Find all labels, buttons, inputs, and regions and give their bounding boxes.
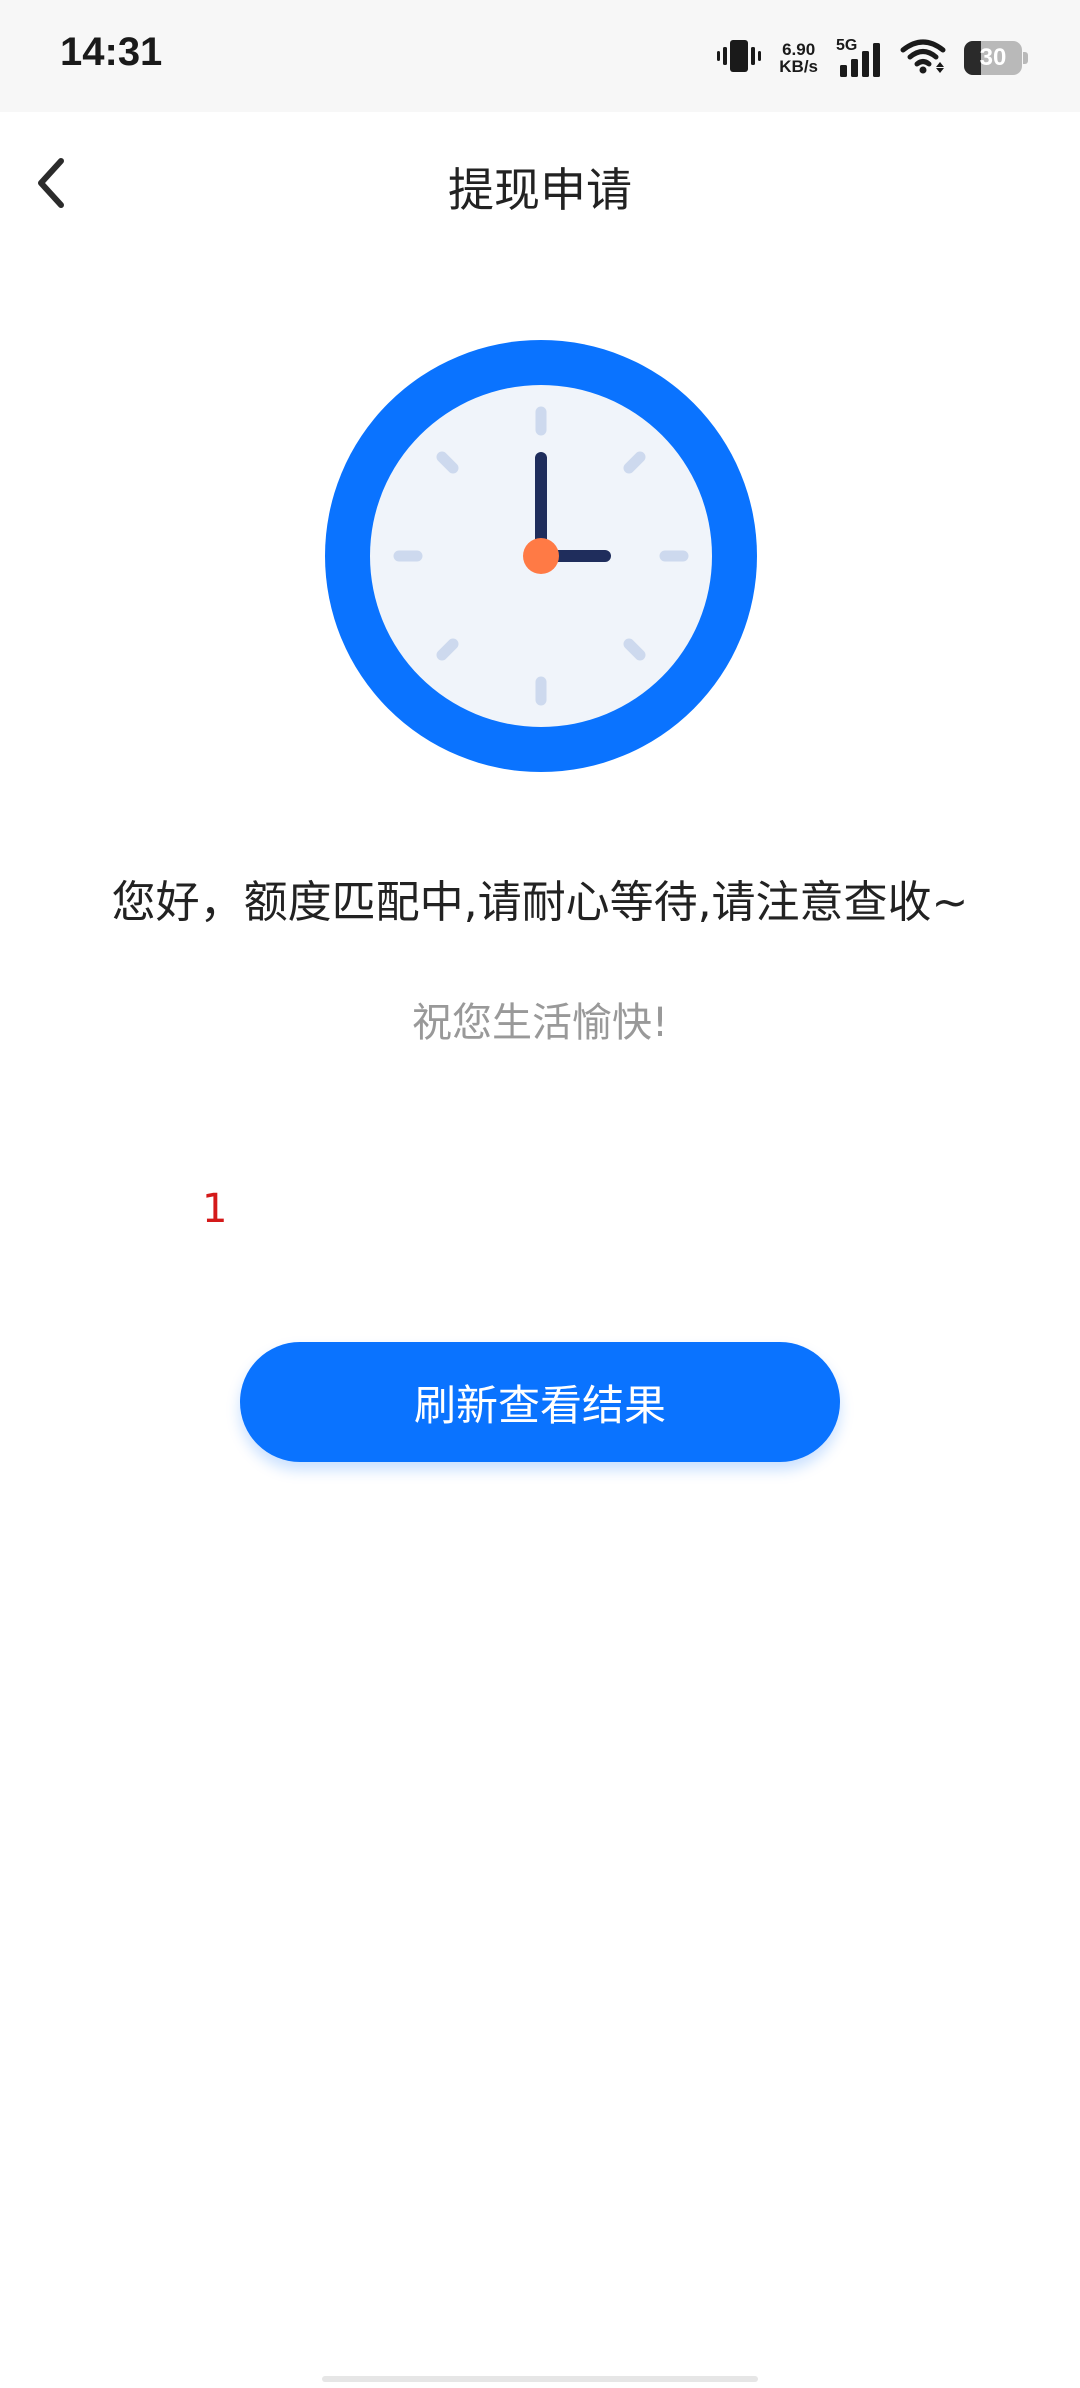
battery-icon: 30 (964, 41, 1028, 75)
signal-icon: 5G (836, 37, 882, 77)
status-icons: 6.90 KB/s 5G 30 (717, 34, 1028, 82)
wifi-icon (900, 38, 946, 78)
page-title: 提现申请 (448, 163, 632, 217)
greeting-message: 祝您生活愉快! (411, 1000, 669, 1046)
status-message: 您好，额度匹配中,请耐心等待,请注意查收~ (111, 877, 969, 928)
screen: 14:31 6.90 KB/s 5G 30 提现申请 您好，额度匹配中,请耐心等… (0, 0, 1080, 2388)
marker-label: 1 (202, 1186, 228, 1232)
battery-level: 30 (979, 44, 1007, 71)
home-indicator[interactable] (322, 2376, 758, 2382)
battery-tip (1023, 52, 1028, 64)
net-speed-value: 6.90 (782, 40, 816, 59)
nav-bar: 提现申请 (0, 112, 1080, 252)
net-speed-unit: KB/s (779, 57, 818, 76)
vibrate-icon (717, 38, 762, 78)
clock-icon (325, 340, 757, 772)
refresh-result-button[interactable]: 刷新查看结果 (240, 1342, 840, 1462)
status-bar: 14:31 6.90 KB/s 5G 30 (0, 0, 1080, 112)
net-speed: 6.90 KB/s (779, 41, 818, 75)
status-time: 14:31 (60, 30, 163, 74)
